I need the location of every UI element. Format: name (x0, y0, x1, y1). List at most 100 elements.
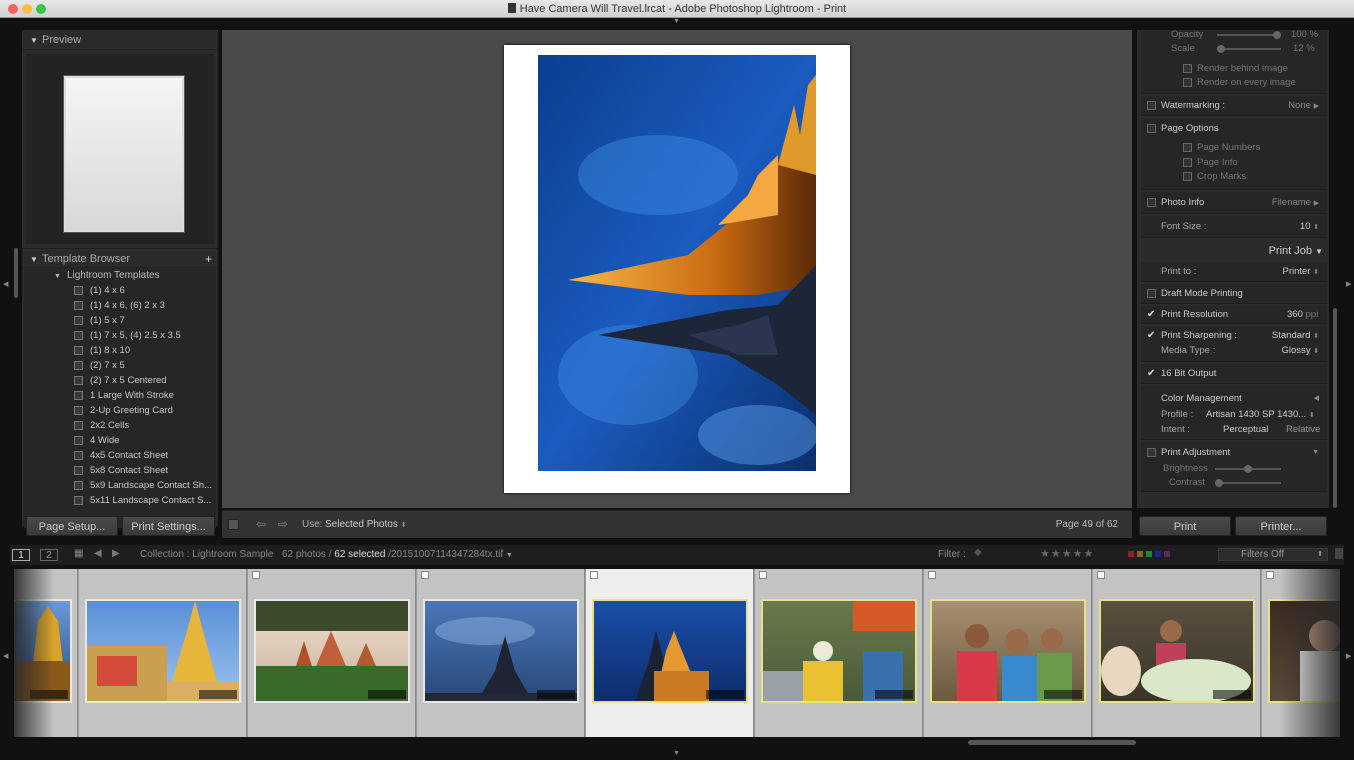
filmstrip-cell[interactable] (924, 569, 1092, 737)
page-setup-button[interactable]: Page Setup... (26, 516, 118, 536)
filter-lock-icon[interactable] (1335, 548, 1343, 559)
grid-view-icon[interactable]: ▦ (74, 548, 83, 559)
back-arrow-icon[interactable]: ◀ (94, 548, 102, 559)
select-checkbox[interactable] (421, 571, 429, 579)
minimize-window-button[interactable] (22, 4, 32, 14)
filmstrip-cell[interactable] (79, 569, 247, 737)
slider-knob[interactable] (1244, 465, 1252, 473)
crop-marks-checkbox[interactable] (1183, 172, 1192, 181)
photo-info-select[interactable]: Filename ▶ (1272, 196, 1319, 211)
profile-select[interactable]: Artisan 1430 SP 1430... ⬍ (1206, 408, 1315, 423)
photo-thumbnail-active[interactable] (592, 599, 748, 703)
filmstrip-toggle-icon[interactable]: ▼ (673, 750, 680, 757)
left-panel-toggle-icon[interactable]: ◀ (3, 280, 8, 288)
left-panel-scrollbar[interactable] (14, 248, 18, 298)
print-resolution-checkmark[interactable]: ✔ (1147, 308, 1155, 322)
next-page-icon[interactable]: ⇨ (278, 517, 288, 531)
intent-relative-option[interactable]: Relative (1286, 423, 1320, 437)
print-resolution-field[interactable]: 360 ppi (1287, 308, 1318, 322)
flag-filter-icon[interactable]: ◆ (974, 547, 982, 558)
bit16-checkmark[interactable]: ✔ (1147, 367, 1155, 381)
print-photo[interactable] (538, 55, 816, 471)
select-checkbox[interactable] (759, 571, 767, 579)
zoom-window-button[interactable] (36, 4, 46, 14)
show-grid-checkbox[interactable] (228, 519, 239, 530)
select-checkbox[interactable] (928, 571, 936, 579)
filmstrip-cell[interactable] (755, 569, 923, 737)
forward-arrow-icon[interactable]: ▶ (112, 548, 120, 559)
template-item[interactable]: 1 Large With Stroke (28, 388, 216, 403)
filmstrip-scroll-right-icon[interactable]: ▶ (1346, 652, 1351, 660)
template-item[interactable]: 2x2 Cells (28, 418, 216, 433)
slider-knob[interactable] (1215, 479, 1223, 487)
page-options-checkbox[interactable] (1147, 124, 1156, 133)
print-sharpening-select[interactable]: Standard ⬍ (1272, 329, 1319, 344)
photo-thumbnail[interactable] (254, 599, 410, 703)
filmstrip-scrollbar[interactable] (968, 740, 1136, 745)
photo-thumbnail[interactable] (85, 599, 241, 703)
add-template-button[interactable]: + (205, 249, 212, 269)
primary-window-button[interactable]: 1 (12, 549, 30, 561)
template-item[interactable]: 4 Wide (28, 433, 216, 448)
template-folder[interactable]: ▼ Lightroom Templates (28, 268, 216, 283)
filmstrip-cell[interactable] (1093, 569, 1261, 737)
template-item[interactable]: 5x9 Landscape Contact Sh... (28, 478, 216, 493)
top-panel-toggle-icon[interactable]: ▼ (673, 18, 680, 25)
print-settings-button[interactable]: Print Settings... (122, 516, 215, 536)
slider-knob[interactable] (1217, 45, 1225, 53)
print-to-select[interactable]: Printer ⬍ (1283, 265, 1320, 280)
color-label-filter[interactable] (1128, 549, 1170, 560)
close-window-button[interactable] (8, 4, 18, 14)
opacity-slider[interactable] (1217, 31, 1281, 39)
contrast-slider[interactable] (1215, 479, 1281, 487)
render-every-checkbox[interactable] (1183, 78, 1192, 87)
filters-select[interactable]: Filters Off ⬍ (1218, 548, 1328, 561)
template-item[interactable]: (1) 5 x 7 (28, 313, 216, 328)
select-checkbox[interactable] (590, 571, 598, 579)
watermarking-checkbox[interactable] (1147, 101, 1156, 110)
page-info-checkbox[interactable] (1183, 158, 1192, 167)
select-checkbox[interactable] (1097, 571, 1105, 579)
template-item[interactable]: 5x11 Landscape Contact S... (28, 493, 216, 508)
photo-thumbnail[interactable] (423, 599, 579, 703)
filmstrip-cell[interactable] (417, 569, 585, 737)
template-item[interactable]: (2) 7 x 5 Centered (28, 373, 216, 388)
source-label[interactable]: Collection : Lightroom Sample (140, 549, 273, 560)
star-filter[interactable]: ★★★★★ (1040, 547, 1094, 560)
draft-mode-checkbox[interactable] (1147, 289, 1156, 298)
template-item[interactable]: 5x8 Contact Sheet (28, 463, 216, 478)
use-select[interactable]: Selected Photos ⬍ (325, 519, 406, 530)
photo-info-checkbox[interactable] (1147, 198, 1156, 207)
select-checkbox[interactable] (252, 571, 260, 579)
template-item[interactable]: (2) 7 x 5 (28, 358, 216, 373)
template-item[interactable]: 2-Up Greeting Card (28, 403, 216, 418)
secondary-window-button[interactable]: 2 (40, 549, 58, 561)
filmstrip-cell[interactable] (248, 569, 416, 737)
photo-thumbnail[interactable] (761, 599, 917, 703)
scale-slider[interactable] (1217, 45, 1281, 53)
print-adjustment-checkbox[interactable] (1147, 448, 1156, 457)
template-item[interactable]: (1) 8 x 10 (28, 343, 216, 358)
printer-button[interactable]: Printer... (1235, 516, 1327, 536)
brightness-slider[interactable] (1215, 465, 1281, 473)
previous-page-icon[interactable]: ⇦ (256, 517, 266, 531)
slider-knob[interactable] (1273, 31, 1281, 39)
print-button[interactable]: Print (1139, 516, 1231, 536)
watermarking-select[interactable]: None ▶ (1288, 99, 1319, 114)
select-checkbox[interactable] (1266, 571, 1274, 579)
intent-perceptual-option[interactable]: Perceptual (1223, 423, 1268, 437)
font-size-select[interactable]: 10 ⬍ (1300, 220, 1319, 235)
photo-thumbnail[interactable] (930, 599, 1086, 703)
page-numbers-checkbox[interactable] (1183, 143, 1192, 152)
filmstrip-scroll-left-icon[interactable]: ◀ (3, 652, 8, 660)
right-panel-toggle-icon[interactable]: ▶ (1346, 280, 1351, 288)
print-job-header[interactable]: Print Job ▼ (1137, 242, 1329, 260)
filmstrip-cell-selected[interactable] (586, 569, 754, 737)
render-behind-checkbox[interactable] (1183, 64, 1192, 73)
print-sharpening-checkmark[interactable]: ✔ (1147, 329, 1155, 343)
media-type-select[interactable]: Glossy ⬍ (1281, 344, 1319, 359)
template-item[interactable]: 4x5 Contact Sheet (28, 448, 216, 463)
right-panel-scrollbar[interactable] (1333, 308, 1337, 508)
preview-header[interactable]: ▼ Preview (22, 30, 218, 50)
template-item[interactable]: (1) 7 x 5, (4) 2.5 x 3.5 (28, 328, 216, 343)
